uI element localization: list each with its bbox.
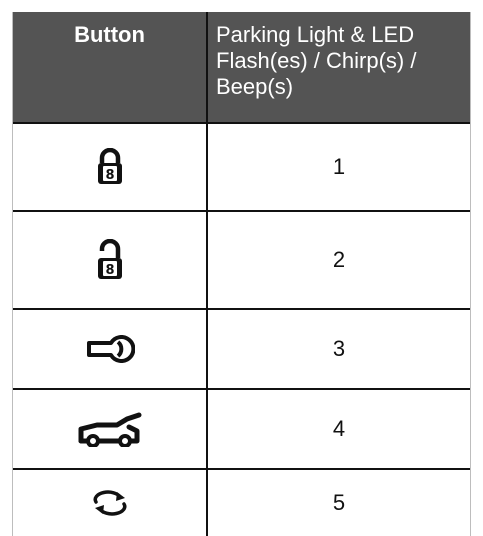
button-feedback-table: Button Parking Light & LED Flash(es) / C… — [12, 12, 471, 536]
button-cell — [13, 470, 206, 536]
table-row: 3 — [13, 308, 470, 388]
count-cell: 3 — [332, 336, 346, 361]
header-feedback-line-1: Parking Light & LED — [216, 22, 415, 47]
cycle-arrows-icon — [93, 490, 126, 516]
key-icon — [86, 335, 135, 363]
header-feedback-line-3: Beep(s) — [216, 74, 294, 99]
count-cell: 2 — [332, 247, 346, 272]
table-row: 8 1 — [13, 122, 470, 210]
count-cell: 4 — [332, 416, 346, 441]
count-cell: 5 — [332, 490, 346, 515]
column-divider — [206, 12, 208, 536]
unlock-icon: 8 — [97, 239, 122, 279]
header-feedback: Parking Light & LED Flash(es) / Chirp(s)… — [216, 22, 466, 100]
lock-icon: 8 — [97, 148, 122, 184]
table-row: 4 — [13, 388, 470, 468]
button-cell: 8 — [13, 124, 206, 210]
button-cell — [13, 390, 206, 468]
svg-text:8: 8 — [105, 168, 114, 183]
button-cell — [13, 310, 206, 388]
table-row: 8 2 — [13, 210, 470, 308]
count-cell: 1 — [332, 154, 346, 179]
trunk-icon — [78, 412, 141, 447]
table-row: 5 — [13, 468, 470, 536]
table-header: Button Parking Light & LED Flash(es) / C… — [13, 12, 470, 122]
header-feedback-line-2: Flash(es) / Chirp(s) / — [216, 48, 417, 73]
button-cell: 8 — [13, 212, 206, 308]
header-button: Button — [74, 22, 145, 47]
svg-text:8: 8 — [105, 263, 114, 278]
